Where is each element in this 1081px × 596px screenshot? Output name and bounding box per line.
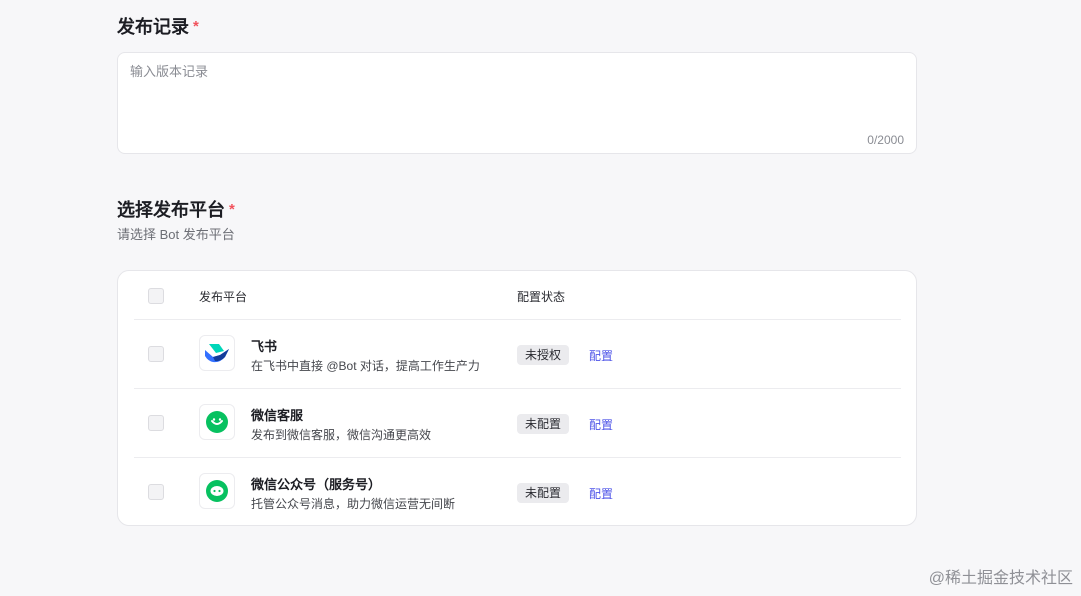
platform-table: 发布平台 配置状态 飞书 在飞书中直接 @Bot 对话，提高工作生产力 未授权 … <box>117 270 917 526</box>
configure-link[interactable]: 配置 <box>589 485 613 502</box>
release-record-title-text: 发布记录 <box>117 17 189 37</box>
platform-section-title-text: 选择发布平台 <box>117 200 225 220</box>
status-badge: 未配置 <box>517 483 570 503</box>
status-badge: 未配置 <box>517 414 570 434</box>
platform-description: 托管公众号消息，助力微信运营无间断 <box>251 497 456 511</box>
platform-name: 飞书 <box>251 339 278 354</box>
required-mark: * <box>193 17 199 35</box>
platform-description: 在飞书中直接 @Bot 对话，提高工作生产力 <box>251 359 480 373</box>
configure-link[interactable]: 配置 <box>589 416 613 433</box>
release-record-input[interactable] <box>130 61 900 121</box>
row-checkbox[interactable] <box>148 415 164 431</box>
wechat-official-account-logo-icon <box>199 473 235 509</box>
header-config-status: 配置状态 <box>517 290 566 304</box>
platform-description: 发布到微信客服，微信沟通更高效 <box>251 428 432 442</box>
feishu-logo-icon <box>199 335 235 371</box>
select-all-checkbox[interactable] <box>148 288 164 304</box>
table-header-row: 发布平台 配置状态 <box>134 271 901 320</box>
platform-name: 微信客服 <box>251 408 304 423</box>
table-row: 飞书 在飞书中直接 @Bot 对话，提高工作生产力 未授权 配置 <box>134 320 901 389</box>
row-checkbox[interactable] <box>148 346 164 362</box>
required-mark: * <box>229 200 235 218</box>
platform-name: 微信公众号（服务号） <box>251 477 382 492</box>
platform-table-body: 发布平台 配置状态 飞书 在飞书中直接 @Bot 对话，提高工作生产力 未授权 … <box>134 271 901 527</box>
char-count: 0/2000 <box>867 133 904 147</box>
publish-page: 发布记录 * 0/2000 选择发布平台 * 请选择 Bot 发布平台 发布平台… <box>0 0 1081 596</box>
header-platform: 发布平台 <box>199 290 248 304</box>
release-record-title: 发布记录 * <box>117 13 199 39</box>
table-row: 微信客服 发布到微信客服，微信沟通更高效 未配置 配置 <box>134 389 901 458</box>
release-record-textarea-box[interactable]: 0/2000 <box>117 52 917 154</box>
platform-section-title: 选择发布平台 * <box>117 196 235 222</box>
platform-section-subtitle: 请选择 Bot 发布平台 <box>117 227 235 242</box>
watermark: @稀土掘金技术社区 <box>928 570 1073 587</box>
wechat-kefu-logo-icon <box>199 404 235 440</box>
configure-link[interactable]: 配置 <box>589 347 613 364</box>
status-badge: 未授权 <box>517 345 570 365</box>
table-row: 微信公众号（服务号） 托管公众号消息，助力微信运营无间断 未配置 配置 <box>134 458 901 527</box>
row-checkbox[interactable] <box>148 484 164 500</box>
